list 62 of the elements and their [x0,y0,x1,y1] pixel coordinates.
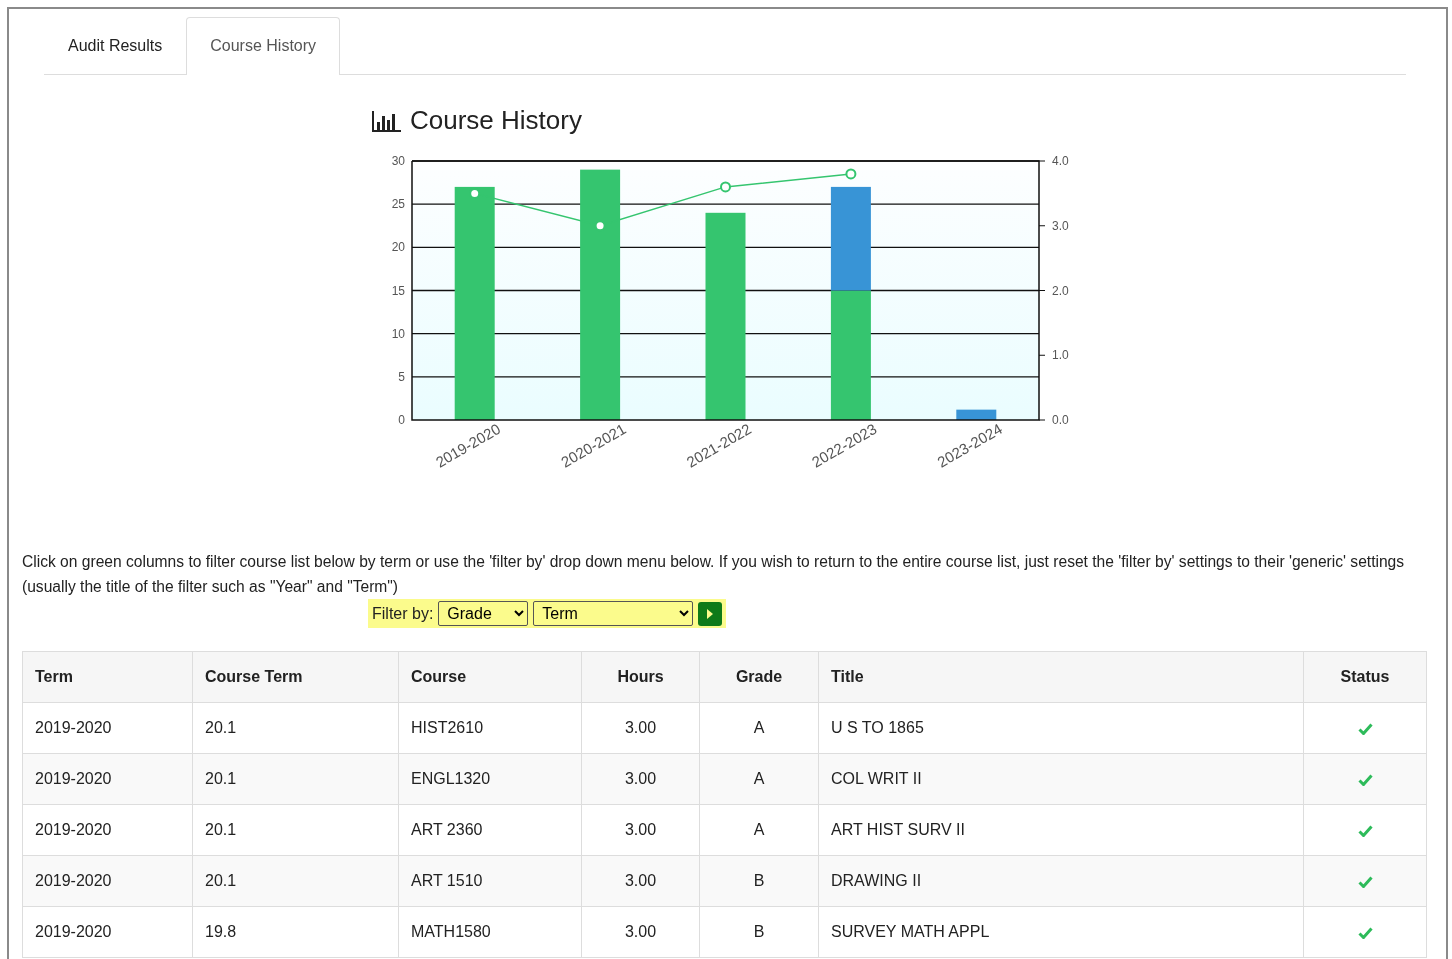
filter-dropdown[interactable]: Term [533,601,694,626]
table-cell: A [699,804,819,856]
column-header: Status [1303,651,1427,703]
table-cell: B [699,906,819,958]
play-icon [706,608,715,619]
table-cell: 2019-2020 [22,804,193,856]
column-header: Term [22,651,193,703]
point [720,181,731,193]
go-button[interactable] [698,601,723,626]
y-axis-tick-label: 30 [391,154,405,168]
table-cell: 3.00 [581,804,700,856]
table-cell: 3.00 [581,855,700,907]
filter-label: Filter by: [372,603,434,624]
table-cell: 3.00 [581,702,700,754]
column-header: Title [818,651,1304,703]
table-cell: A [699,753,819,805]
table-cell: ART 2360 [398,804,582,856]
y-axis-tick-label: 5 [398,369,405,384]
column-header: Hours [581,651,700,703]
y-axis-tick-label: 15 [391,283,405,298]
y-axis-tick-label: 25 [391,197,405,212]
column-header: Grade [699,651,819,703]
table-cell: ENGL1320 [398,753,582,805]
table-cell: HIST2610 [398,702,582,754]
right-axis-tick-label: 0.0 [1052,413,1069,427]
bar[interactable] [956,409,997,420]
table-cell: A [699,702,819,754]
y-axis-tick-label: 20 [391,240,405,255]
table-cell: 2019-2020 [22,702,193,754]
table-cell: 3.00 [581,753,700,805]
chart-title: Course History [410,104,582,137]
right-axis-tick-label: 4.0 [1052,154,1069,168]
column-header: Course Term [192,651,399,703]
table-cell: 3.00 [581,906,700,958]
table-cell: 20.1 [192,702,399,754]
y-axis-tick-label: 0 [398,413,405,427]
table-cell: 20.1 [192,804,399,856]
table-cell: MATH1580 [398,906,582,958]
right-axis-tick-label: 1.0 [1052,348,1069,363]
tab[interactable]: Audit Results [44,17,187,75]
table-cell: 2019-2020 [22,855,193,907]
table-cell: ART 1510 [398,855,582,907]
point [845,168,857,180]
right-axis-tick-label: 3.0 [1052,218,1069,233]
instructions-text: Click on green columns to filter course list below by term or use the 'filter by' drop down menu below. If you wish to return to the entire course list, just reset the 'filter by' settings to their 'generic' settings (usually the title of the filter such as "Year" and "Term") [22,552,1406,597]
table-cell: 19.8 [192,906,399,958]
tab[interactable]: Course History [186,17,341,75]
table-cell: DRAWING II [818,855,1304,907]
y-axis-tick-label: 10 [391,326,405,341]
table-cell: 20.1 [192,855,399,907]
table-cell: 20.1 [192,753,399,805]
table-cell: 2019-2020 [22,906,193,958]
filter-dropdown[interactable]: Grade [438,601,529,626]
bar-chart-icon [372,109,402,132]
table-cell: ART HIST SURV II [818,804,1304,856]
table-cell: U S TO 1865 [818,702,1304,754]
table-cell: B [699,855,819,907]
table-cell: SURVEY MATH APPL [818,906,1304,958]
column-header: Course [398,651,582,703]
table-cell: 2019-2020 [22,753,193,805]
table-cell: COL WRIT II [818,753,1304,805]
right-axis-tick-label: 2.0 [1052,283,1069,298]
